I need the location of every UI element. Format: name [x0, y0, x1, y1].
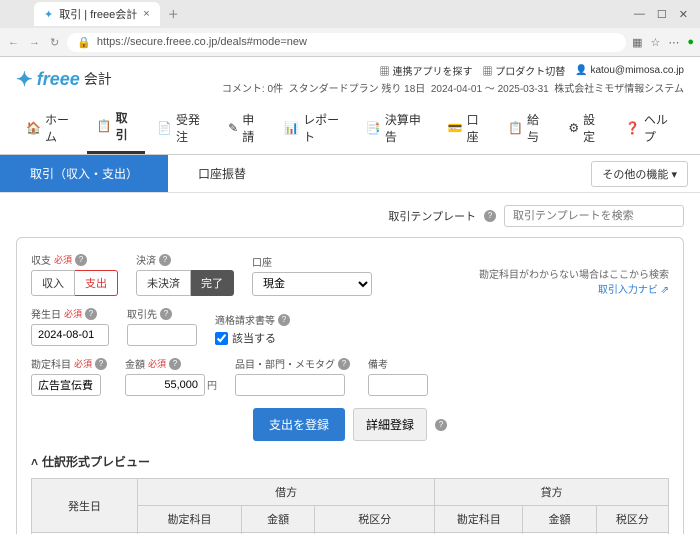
nav-closing[interactable]: 📑 決算申告 [356, 101, 436, 154]
favorite-icon[interactable]: ☆ [650, 36, 660, 49]
address-bar[interactable]: 🔒 https://secure.freee.co.jp/deals#mode=… [67, 33, 626, 52]
period-info: 2024-04-01 ～ 2025-03-31 [431, 84, 549, 95]
help-icon[interactable]: ? [159, 254, 171, 266]
forward-icon: → [27, 34, 42, 50]
expense-toggle[interactable]: 支出 [75, 270, 118, 296]
transaction-form: 収支 必須 ? 収入 支出 決済 ? 未決済 完了 口座 現金 [16, 237, 684, 534]
help-icon[interactable]: ? [75, 254, 87, 266]
help-icon[interactable]: ? [95, 358, 107, 370]
note-input[interactable] [368, 374, 428, 396]
amount-input[interactable] [125, 374, 205, 396]
back-icon[interactable]: ← [6, 34, 21, 50]
logo-bird-icon: ✦ [16, 67, 33, 92]
help-icon[interactable]: ? [85, 308, 97, 320]
nav-transactions[interactable]: 📋 取引 [87, 101, 145, 154]
help-icon[interactable]: ? [278, 314, 290, 326]
logo-sub: 会計 [84, 69, 112, 89]
url-text: https://secure.freee.co.jp/deals#mode=ne… [97, 36, 307, 48]
subtab-transactions[interactable]: 取引（収入・支出） [0, 155, 168, 192]
logo[interactable]: ✦ freee 会計 [16, 67, 112, 92]
preview-table: 発生日 借方 貸方 勘定科目金額税区分 勘定科目金額税区分 2024-08-01… [31, 478, 669, 534]
unsettled-toggle[interactable]: 未決済 [136, 270, 191, 296]
nav-reports[interactable]: 📊 レポート [274, 101, 354, 154]
close-window-icon[interactable]: ✕ [679, 8, 688, 21]
comment-count: コメント: 0件 [222, 84, 283, 95]
nav-requests[interactable]: ✎ 申請 [218, 101, 272, 154]
date-input[interactable] [31, 324, 109, 346]
product-switch[interactable]: ▦ プロダクト切替 [482, 63, 565, 78]
help-icon[interactable]: ? [169, 358, 181, 370]
nav-home[interactable]: 🏠 ホーム [16, 101, 85, 154]
menu-icon[interactable]: ⋯ [668, 36, 679, 49]
help-icon[interactable]: ? [484, 210, 496, 222]
logo-text: freee [37, 69, 80, 90]
settled-toggle[interactable]: 完了 [191, 270, 234, 296]
template-search-input[interactable] [504, 205, 684, 227]
company-name: 株式会社ミモザ情報システム [554, 84, 684, 95]
invoice-checkbox[interactable] [215, 332, 228, 345]
tab-favicon: ✦ [44, 8, 53, 21]
template-label: 取引テンプレート [388, 208, 476, 224]
subtab-transfer[interactable]: 口座振替 [168, 155, 276, 192]
detail-button[interactable]: 詳細登録 [353, 408, 427, 441]
plan-info: スタンダードプラン 残り 18日 [289, 84, 426, 95]
account-item-input[interactable] [31, 374, 101, 396]
nav-help[interactable]: ❓ ヘルプ [615, 101, 684, 154]
minimize-icon[interactable]: ― [634, 8, 645, 21]
help-icon[interactable]: ? [435, 419, 447, 431]
other-functions-menu[interactable]: その他の機能 ▾ [591, 161, 688, 187]
extension-icon[interactable]: ▦ [632, 36, 642, 49]
browser-tab[interactable]: ✦ 取引 | freee会計 × [34, 2, 160, 26]
new-tab-button[interactable]: ＋ [168, 6, 179, 22]
chevron-up-icon: ˄ [31, 455, 38, 469]
partner-input[interactable] [127, 324, 197, 346]
nav-settings[interactable]: ⚙ 設定 [558, 101, 613, 154]
nav-orders[interactable]: 📄 受発注 [147, 101, 216, 154]
submit-button[interactable]: 支出を登録 [253, 408, 345, 441]
maximize-icon[interactable]: ☐ [657, 8, 667, 21]
refresh-icon[interactable]: ↻ [48, 34, 61, 51]
nav-accounts[interactable]: 💳 口座 [438, 101, 496, 154]
account-select[interactable]: 現金 [252, 272, 372, 296]
hint-text: 勘定科目がわからない場合はここから検索 [479, 266, 669, 281]
hint-link[interactable]: 取引入力ナビ ⇗ [598, 285, 669, 296]
close-icon[interactable]: × [143, 8, 149, 20]
user-email[interactable]: 👤 katou@mimosa.co.jp [575, 65, 684, 76]
help-icon[interactable]: ? [160, 308, 172, 320]
help-icon[interactable]: ? [338, 358, 350, 370]
preview-title[interactable]: ˄仕訳形式プレビュー [31, 453, 669, 470]
apps-link[interactable]: ▦ 連携アプリを探す [380, 63, 473, 78]
tab-title: 取引 | freee会計 [59, 6, 137, 22]
profile-icon[interactable]: ● [687, 36, 694, 49]
nav-payroll[interactable]: 📋 給与 [498, 101, 556, 154]
lock-icon: 🔒 [77, 36, 91, 49]
tags-input[interactable] [235, 374, 345, 396]
income-toggle[interactable]: 収入 [31, 270, 75, 296]
